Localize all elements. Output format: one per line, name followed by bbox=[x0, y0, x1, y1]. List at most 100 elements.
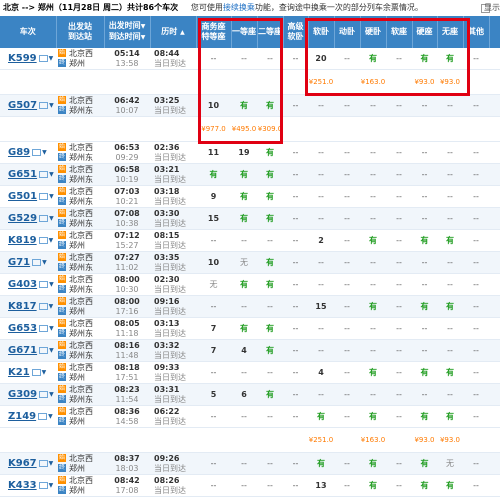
col-duration[interactable]: 历时 ▲ bbox=[150, 16, 197, 48]
start-station-icon: 始 bbox=[58, 143, 66, 151]
ticket-icon[interactable] bbox=[38, 459, 48, 467]
ticket-icon[interactable] bbox=[39, 280, 49, 288]
col-times[interactable]: 出发时间▼ 到达时间▼ bbox=[104, 16, 151, 48]
ticket-icon[interactable] bbox=[39, 170, 49, 178]
train-number[interactable]: K819 ▼ bbox=[0, 229, 56, 252]
train-number-text[interactable]: G507 bbox=[8, 100, 37, 111]
train-number-text[interactable]: G309 bbox=[8, 389, 37, 400]
expand-arrow-icon[interactable]: ▼ bbox=[42, 149, 47, 156]
train-number[interactable]: G71 ▼ bbox=[0, 251, 56, 274]
expand-arrow-icon[interactable]: ▼ bbox=[49, 171, 54, 178]
train-number[interactable]: K599 ▼ bbox=[0, 48, 56, 70]
expand-arrow-icon[interactable]: ▼ bbox=[49, 391, 54, 398]
expand-arrow-icon[interactable]: ▼ bbox=[48, 413, 53, 420]
train-number-text[interactable]: G653 bbox=[8, 323, 37, 334]
train-number-text[interactable]: G501 bbox=[8, 191, 37, 202]
seat-availability-cell: 4 bbox=[231, 339, 257, 362]
ticket-icon[interactable] bbox=[39, 324, 49, 332]
train-number-text[interactable]: K21 bbox=[8, 367, 30, 378]
seat-availability-cell: 有 bbox=[412, 452, 437, 475]
duration-cell: 02:30 当日到达 bbox=[150, 273, 196, 296]
train-number-text[interactable]: G529 bbox=[8, 213, 37, 224]
train-number-text[interactable]: G651 bbox=[8, 169, 37, 180]
train-number-text[interactable]: Z149 bbox=[8, 411, 36, 422]
train-number-text[interactable]: G403 bbox=[8, 279, 37, 290]
end-station-icon: 终 bbox=[58, 464, 66, 472]
seat-availability-cell: -- bbox=[463, 474, 489, 497]
table-row: G653 ▼ 始北京西终郑州东 08:05 11:18 03:13 当日到达 7 有有 -- -- -… bbox=[0, 317, 500, 340]
ticket-icon[interactable] bbox=[39, 346, 49, 354]
ticket-icon[interactable] bbox=[38, 412, 48, 420]
train-number-text[interactable]: K433 bbox=[8, 480, 37, 491]
extra-cell bbox=[489, 339, 500, 362]
train-number[interactable]: G651 ▼ bbox=[0, 163, 56, 186]
seat-availability-cell: -- bbox=[386, 141, 412, 164]
from-station: 北京西 bbox=[69, 475, 93, 485]
train-number[interactable]: G671 ▼ bbox=[0, 339, 56, 362]
ticket-icon[interactable] bbox=[39, 192, 49, 200]
train-number[interactable]: G403 ▼ bbox=[0, 273, 56, 296]
end-station-icon: 终 bbox=[58, 59, 66, 67]
expand-arrow-icon[interactable]: ▼ bbox=[42, 369, 47, 376]
expand-arrow-icon[interactable]: ▼ bbox=[49, 215, 54, 222]
seat-availability-cell: 7 bbox=[196, 339, 231, 362]
expand-arrow-icon[interactable]: ▼ bbox=[42, 259, 47, 266]
train-number[interactable]: K967 ▼ bbox=[0, 452, 56, 475]
expand-arrow-icon[interactable]: ▼ bbox=[49, 55, 54, 62]
duration-cell: 02:36 当日到达 bbox=[150, 141, 196, 164]
ticket-icon[interactable] bbox=[32, 258, 42, 266]
ticket-icon[interactable] bbox=[38, 236, 48, 244]
train-number-text[interactable]: K817 bbox=[8, 301, 37, 312]
seat-availability-cell: -- bbox=[386, 452, 412, 475]
train-number[interactable]: G529 ▼ bbox=[0, 207, 56, 230]
train-number[interactable]: G89 ▼ bbox=[0, 141, 56, 164]
end-station-icon: 终 bbox=[58, 175, 66, 183]
train-number[interactable]: K21 ▼ bbox=[0, 361, 56, 384]
ticket-icon[interactable] bbox=[31, 368, 41, 376]
train-number[interactable]: G501 ▼ bbox=[0, 185, 56, 208]
expand-arrow-icon[interactable]: ▼ bbox=[49, 237, 54, 244]
seat-availability-cell: 2 bbox=[308, 229, 334, 252]
ticket-icon[interactable] bbox=[38, 302, 48, 310]
ticket-icon[interactable] bbox=[39, 390, 49, 398]
train-number-text[interactable]: K599 bbox=[8, 53, 37, 64]
train-number[interactable]: K433 ▼ bbox=[0, 474, 56, 497]
expand-arrow-icon[interactable]: ▼ bbox=[49, 102, 54, 109]
seat-availability-cell: 有 bbox=[231, 317, 257, 340]
from-station: 北京西 bbox=[69, 142, 93, 152]
seat-availability-cell: -- bbox=[437, 94, 463, 117]
ticket-icon[interactable] bbox=[38, 481, 48, 489]
train-number[interactable]: G507 ▼ bbox=[0, 94, 56, 117]
expand-arrow-icon[interactable]: ▼ bbox=[49, 281, 54, 288]
duration-cell: 08:44 当日到达 bbox=[150, 48, 196, 70]
train-number[interactable]: K817 ▼ bbox=[0, 295, 56, 318]
train-number-text[interactable]: K967 bbox=[8, 458, 37, 469]
seat-availability-cell: -- bbox=[463, 229, 489, 252]
train-number[interactable]: G653 ▼ bbox=[0, 317, 56, 340]
transfer-link[interactable]: 接续换乘 bbox=[223, 3, 255, 12]
arrive-time: 10:21 bbox=[115, 196, 139, 206]
expand-arrow-icon[interactable]: ▼ bbox=[49, 460, 54, 467]
ticket-icon[interactable] bbox=[32, 148, 42, 156]
arrive-time: 09:29 bbox=[115, 152, 139, 162]
train-number-text[interactable]: G671 bbox=[8, 345, 37, 356]
expand-arrow-icon[interactable]: ▼ bbox=[49, 347, 54, 354]
expand-arrow-icon[interactable]: ▼ bbox=[49, 303, 54, 310]
ticket-icon[interactable] bbox=[38, 54, 48, 62]
arrive-time: 10:07 bbox=[115, 105, 139, 115]
seat-availability-cell: -- bbox=[231, 361, 257, 384]
end-station-icon: 终 bbox=[58, 486, 66, 494]
train-number[interactable]: G309 ▼ bbox=[0, 383, 56, 406]
ticket-icon[interactable] bbox=[39, 101, 49, 109]
depart-time: 08:00 bbox=[114, 274, 140, 284]
expand-arrow-icon[interactable]: ▼ bbox=[49, 193, 54, 200]
train-number[interactable]: Z149 ▼ bbox=[0, 405, 56, 428]
expand-arrow-icon[interactable]: ▼ bbox=[49, 482, 54, 489]
seat-availability-cell: -- bbox=[463, 94, 489, 117]
ticket-icon[interactable] bbox=[39, 214, 49, 222]
train-number-text[interactable]: G89 bbox=[8, 147, 30, 158]
expand-arrow-icon[interactable]: ▼ bbox=[49, 325, 54, 332]
seat-availability-cell: 有 bbox=[360, 48, 386, 70]
train-number-text[interactable]: G71 bbox=[8, 257, 30, 268]
train-number-text[interactable]: K819 bbox=[8, 235, 37, 246]
